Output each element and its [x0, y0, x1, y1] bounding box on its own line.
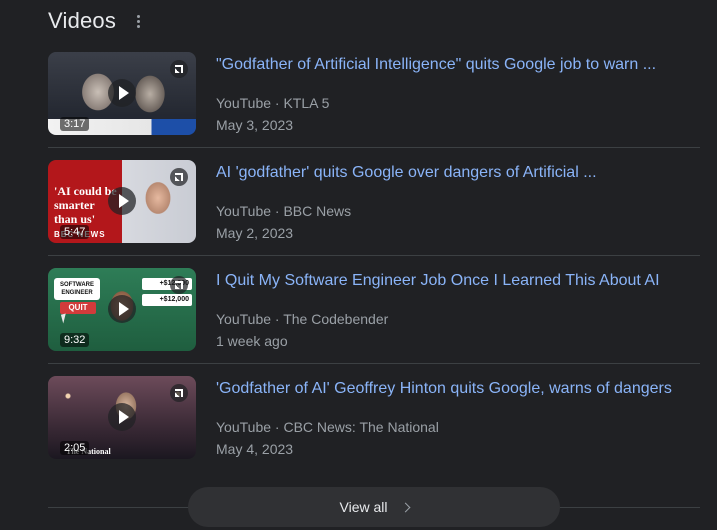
- thumbnail-card: SOFTWARE ENGINEER: [54, 278, 100, 300]
- video-list: 3:17 "Godfather of Artificial Intelligen…: [48, 40, 700, 472]
- video-source: YouTube · KTLA 5: [216, 95, 330, 111]
- expand-icon[interactable]: [170, 276, 188, 294]
- video-date: May 3, 2023: [216, 117, 294, 133]
- videos-panel: Videos 3:17 "Godfather of Artificial Int…: [0, 0, 717, 530]
- video-title-link[interactable]: 'Godfather of AI' Geoffrey Hinton quits …: [216, 379, 696, 399]
- video-thumbnail[interactable]: 'AI could be smarter than us' BBC NEWS 5…: [48, 160, 196, 243]
- expand-icon[interactable]: [170, 384, 188, 402]
- section-header: Videos: [48, 6, 146, 36]
- video-source: YouTube · CBC News: The National: [216, 419, 439, 435]
- play-icon[interactable]: [108, 295, 136, 323]
- video-thumbnail[interactable]: SOFTWARE ENGINEER QUIT +$12,000 +$12,000…: [48, 268, 196, 351]
- view-all-button[interactable]: View all: [188, 487, 560, 527]
- view-all-label: View all: [339, 499, 388, 515]
- video-source: YouTube · The Codebender: [216, 311, 389, 327]
- video-item: 'AI could be smarter than us' BBC NEWS 5…: [48, 148, 700, 256]
- expand-icon[interactable]: [170, 60, 188, 78]
- video-duration: 9:32: [60, 333, 90, 347]
- video-duration: 3:17: [60, 117, 90, 131]
- video-source: YouTube · BBC News: [216, 203, 352, 219]
- video-date: May 4, 2023: [216, 441, 294, 457]
- expand-icon[interactable]: [170, 168, 188, 186]
- chevron-right-icon: [400, 502, 410, 512]
- video-item: SOFTWARE ENGINEER QUIT +$12,000 +$12,000…: [48, 256, 700, 364]
- thumbnail-quit-label: QUIT: [60, 302, 96, 314]
- video-date: May 2, 2023: [216, 225, 294, 241]
- play-icon[interactable]: [108, 403, 136, 431]
- thumbnail-pay-label: +$12,000: [142, 294, 192, 306]
- video-duration: 5:47: [60, 225, 90, 239]
- section-title: Videos: [48, 8, 117, 33]
- video-thumbnail[interactable]: The National 2:05: [48, 376, 196, 459]
- video-item: 3:17 "Godfather of Artificial Intelligen…: [48, 40, 700, 148]
- video-title-link[interactable]: AI 'godfather' quits Google over dangers…: [216, 163, 696, 183]
- video-item: The National 2:05 'Godfather of AI' Geof…: [48, 364, 700, 472]
- video-thumbnail[interactable]: 3:17: [48, 52, 196, 135]
- video-duration: 2:05: [60, 441, 90, 455]
- video-date: 1 week ago: [216, 333, 288, 349]
- play-icon[interactable]: [108, 79, 136, 107]
- video-title-link[interactable]: I Quit My Software Engineer Job Once I L…: [216, 271, 696, 291]
- play-icon[interactable]: [108, 187, 136, 215]
- more-vert-icon[interactable]: [130, 11, 146, 31]
- video-title-link[interactable]: "Godfather of Artificial Intelligence" q…: [216, 55, 696, 75]
